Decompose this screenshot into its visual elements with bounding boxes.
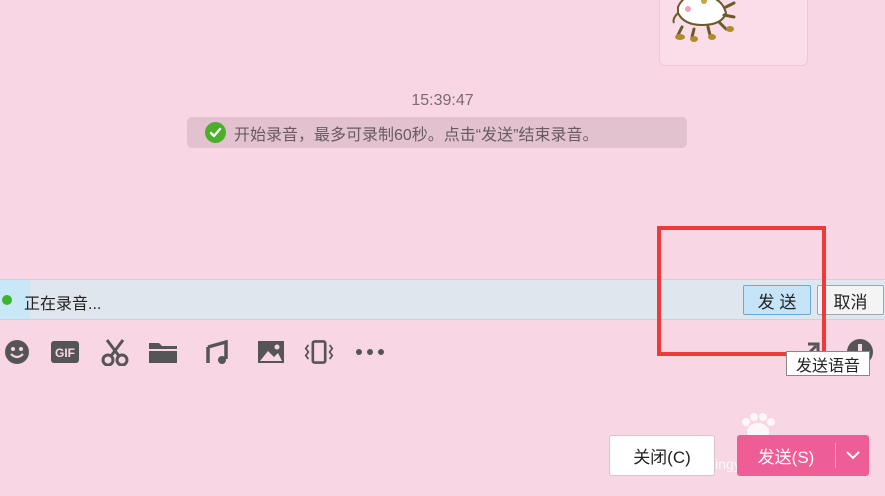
emoji-icon[interactable] [2,337,32,367]
chick-sticker-icon [672,0,736,42]
recording-status: 正在录音... [24,296,102,313]
notice-text: 开始录音，最多可录制60秒。点击“发送”结束录音。 [234,126,599,144]
send-button[interactable]: 发送(S) [737,435,869,476]
music-icon[interactable] [202,337,232,367]
recording-indicator-dot [2,295,12,305]
close-button[interactable]: 关闭(C) [609,435,715,476]
svg-text:GIF: GIF [55,346,75,360]
system-notice: 开始录音，最多可录制60秒。点击“发送”结束录音。 [187,117,687,148]
folder-icon[interactable] [148,337,178,367]
scissors-icon[interactable] [100,337,130,367]
sticker-message[interactable] [659,0,808,66]
tooltip: 发送语音 [786,351,870,376]
image-icon[interactable] [256,337,286,367]
send-button-label: 发送(S) [757,448,815,467]
gif-icon[interactable]: GIF [50,337,80,367]
chevron-down-icon[interactable] [836,435,869,476]
message-timestamp: 15:39:47 [411,92,474,109]
more-icon[interactable] [355,337,385,367]
cancel-recording-button[interactable]: 取消 [817,285,884,315]
vibrate-icon[interactable] [304,337,334,367]
checkmark-icon [205,122,226,143]
